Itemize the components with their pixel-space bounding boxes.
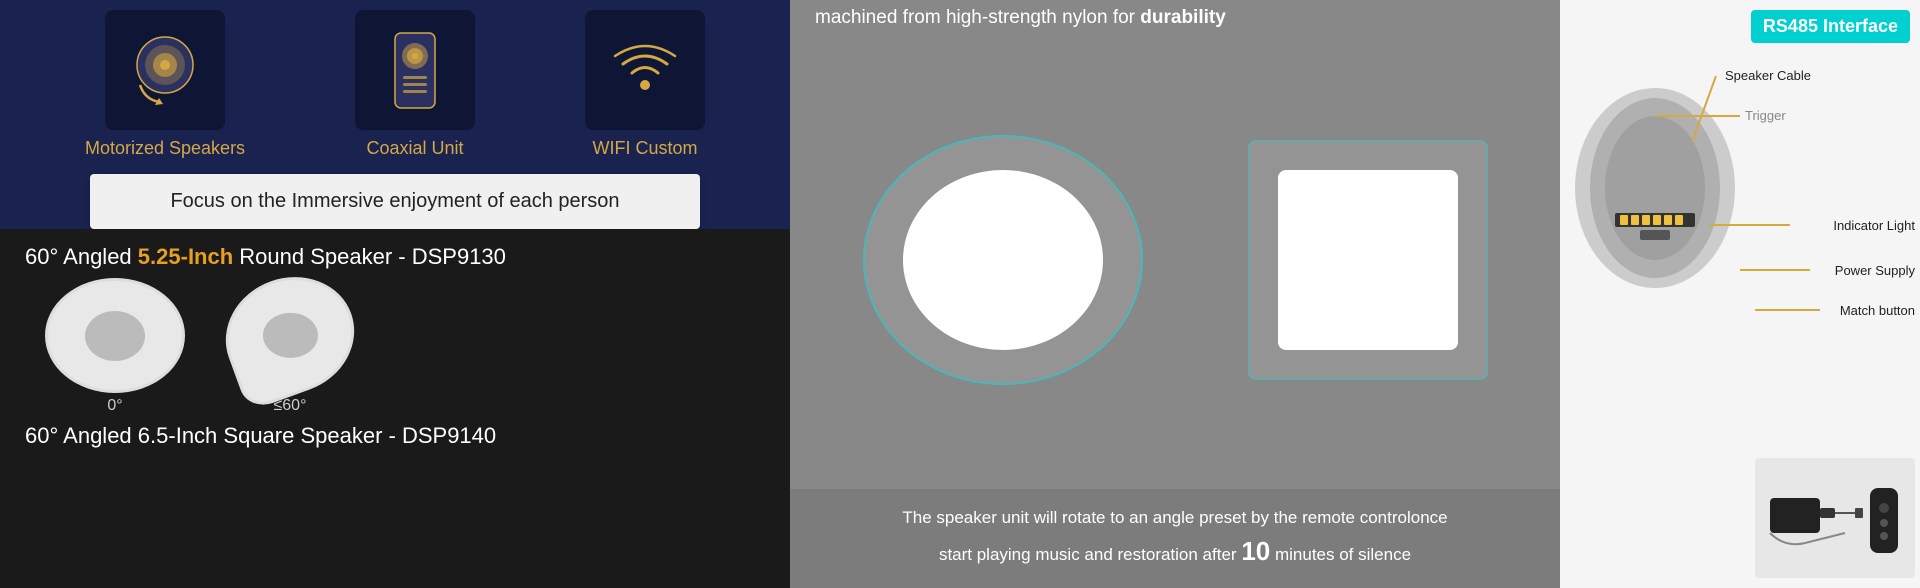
speaker-mid-photo-left <box>863 135 1143 385</box>
speaker-mid-inner-left <box>903 170 1103 350</box>
wifi-custom-icon <box>605 30 685 110</box>
rs485-badge: RS485 Interface <box>1751 10 1910 43</box>
speaker-angled-container: ≤60° <box>225 278 355 415</box>
spec-title-2: 60° Angled 6.5-Inch Square Speaker - DSP… <box>25 423 765 449</box>
speaker-images-mid <box>790 32 1560 490</box>
spec2-prefix: 60° Angled <box>25 423 138 448</box>
product-icons-row: Motorized Speakers Coaxial Unit <box>0 0 790 174</box>
product-item-coaxial: Coaxial Unit <box>355 10 475 159</box>
speaker-cable-label: Speaker Cable <box>1725 68 1811 83</box>
indicator-light-label: Indicator Light <box>1833 218 1915 233</box>
spec1-highlight: 5.25-Inch <box>138 244 233 269</box>
angle-0-label: 0° <box>107 397 122 415</box>
speaker-straight-img <box>45 278 185 393</box>
motorized-speakers-icon <box>125 30 205 110</box>
speaker-images-row: 0° ≤60° <box>25 278 765 415</box>
trigger-label: Trigger <box>1745 108 1786 123</box>
speaker-straight-container: 0° <box>45 278 185 415</box>
coaxial-icon-box <box>355 10 475 130</box>
accessories-image <box>1755 458 1915 578</box>
match-button-line <box>1755 309 1820 311</box>
durability-text: machined from high-strength nylon for du… <box>790 0 1560 32</box>
speaker-specs-section: 60° Angled 5.25-Inch Round Speaker - DSP… <box>0 229 790 588</box>
speaker-mid-inner-right <box>1278 170 1458 350</box>
product-item-motorized: Motorized Speakers <box>85 10 245 159</box>
durability-word: durability <box>1140 7 1226 28</box>
accessories-svg <box>1765 468 1905 568</box>
spec2-highlight: 6.5-Inch <box>138 423 218 448</box>
rotation-line2-wrapper: start playing music and restoration afte… <box>815 531 1535 573</box>
durability-text-main: machined from high-strength nylon for <box>815 7 1135 28</box>
rotation-line2: start playing music and restoration afte… <box>939 545 1237 564</box>
product-item-wifi: WIFI Custom <box>585 10 705 159</box>
indicator-light-line <box>1710 224 1790 226</box>
speaker-angled-img <box>209 259 370 412</box>
coaxial-label: Coaxial Unit <box>367 138 464 159</box>
dsp-diagram: Trigger Speaker Cable Indicator Light Po… <box>1560 48 1920 588</box>
rotation-line3: minutes of silence <box>1275 545 1411 564</box>
trigger-line <box>1655 115 1740 117</box>
match-button-label: Match button <box>1840 303 1915 318</box>
middle-panel: machined from high-strength nylon for du… <box>790 0 1560 588</box>
wifi-icon-box <box>585 10 705 130</box>
right-panel: DSP9130 RS485 Interface Trig <box>1560 0 1920 588</box>
diagram-speaker-circle <box>1575 88 1735 288</box>
power-supply-label: Power Supply <box>1835 263 1915 278</box>
rotation-line1: The speaker unit will rotate to an angle… <box>815 504 1535 531</box>
motorized-label: Motorized Speakers <box>85 138 245 159</box>
diagram-speaker-svg <box>1585 93 1725 283</box>
left-panel: Motorized Speakers Coaxial Unit <box>0 0 790 588</box>
spec2-suffix: Square Speaker - DSP9140 <box>217 423 496 448</box>
power-supply-line <box>1740 269 1810 271</box>
motorized-icon-box <box>105 10 225 130</box>
rotation-number: 10 <box>1241 536 1270 566</box>
coaxial-unit-icon <box>375 28 455 113</box>
wifi-label: WIFI Custom <box>592 138 697 159</box>
spec1-prefix: 60° Angled <box>25 244 138 269</box>
speaker-mid-photo-right <box>1248 140 1488 380</box>
rotation-description: The speaker unit will rotate to an angle… <box>790 489 1560 588</box>
focus-banner: Focus on the Immersive enjoyment of each… <box>90 174 700 229</box>
spec1-suffix: Round Speaker - DSP9130 <box>233 244 506 269</box>
spec-title-1: 60° Angled 5.25-Inch Round Speaker - DSP… <box>25 244 765 270</box>
trigger-label-container: Trigger <box>1745 108 1786 123</box>
